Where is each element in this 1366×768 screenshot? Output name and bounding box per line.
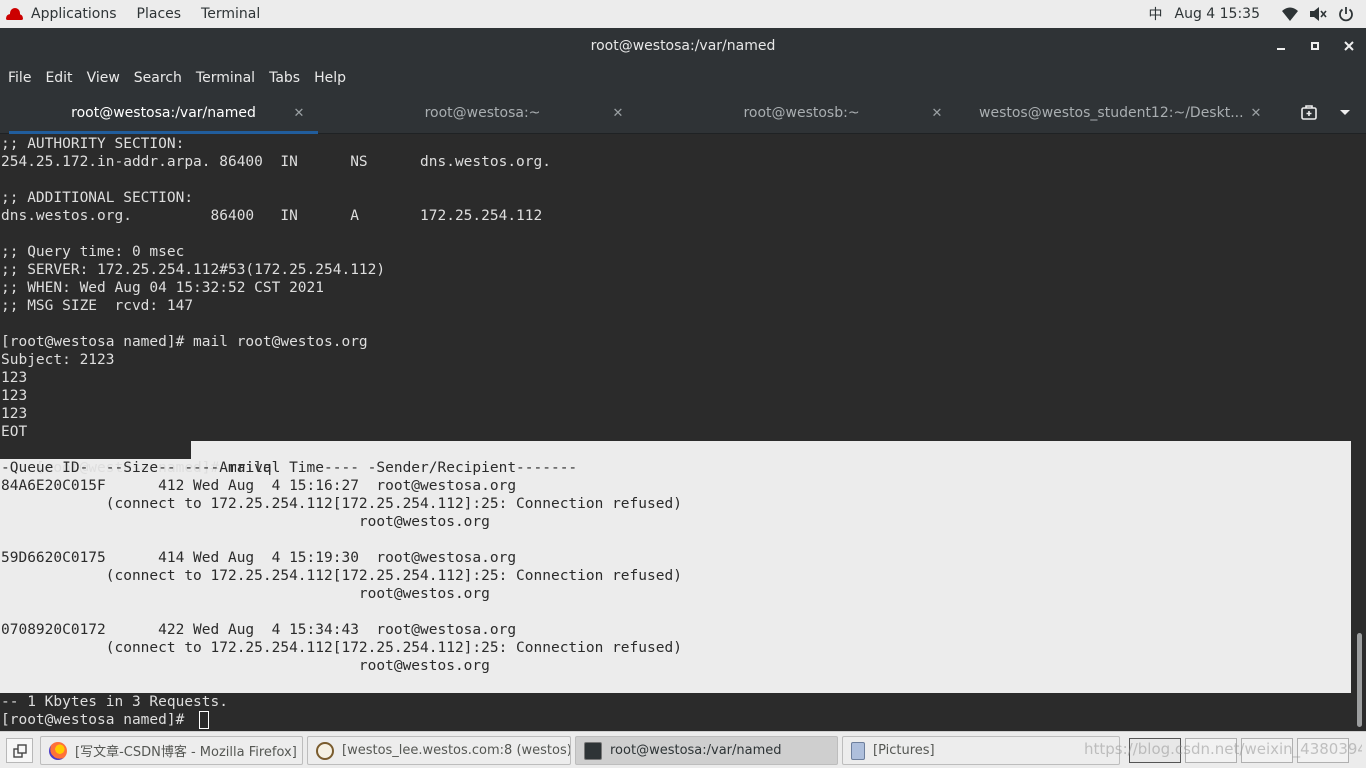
tab-label: root@westosb:~ [743, 105, 860, 121]
tab-label: root@westosa:/var/named [71, 105, 256, 121]
tab-close-icon[interactable]: ✕ [1248, 105, 1264, 121]
terminal-line: (connect to 172.25.254.112[172.25.254.11… [1, 568, 682, 584]
terminal-line: ;; MSG SIZE rcvd: 147 [1, 298, 194, 314]
active-tab-indicator [9, 131, 318, 134]
terminal-line: -Queue ID- --Size-- ----Arrival Time----… [1, 460, 578, 476]
task-file-manager[interactable]: [Pictures] [842, 736, 1120, 765]
terminal-line: dns.westos.org. 86400 IN A 172.25.254.11… [1, 208, 543, 224]
window-title: root@westosa:/var/named [590, 38, 776, 54]
terminal-line: ;; Query time: 0 msec [1, 244, 185, 260]
tab-close-icon[interactable]: ✕ [610, 105, 626, 121]
applications-label: Applications [31, 6, 117, 22]
csdn-watermark: https://blog.csdn.net/weixin_43803940 [1084, 740, 1362, 758]
task-label: root@westosa:/var/named [610, 743, 782, 758]
terminal-output[interactable]: ;; AUTHORITY SECTION: 254.25.172.in-addr… [0, 135, 1352, 731]
terminal-line: 0708920C0172 422 Wed Aug 4 15:34:43 root… [1, 622, 517, 638]
terminal-line: root@westos.org [1, 658, 490, 674]
menu-help[interactable]: Help [307, 64, 353, 92]
menu-terminal[interactable]: Terminal [189, 64, 262, 92]
show-desktop-icon [12, 743, 27, 758]
tab-root-westosa-var-named[interactable]: root@westosa:/var/named [9, 92, 318, 134]
task-label: [Pictures] [873, 743, 935, 758]
tab-close-icon[interactable]: ✕ [291, 105, 307, 121]
vnc-viewer-icon [316, 741, 334, 760]
terminal-line: [root@westosa named]# mail root@westos.o… [1, 334, 368, 350]
menu-tabs[interactable]: Tabs [262, 64, 307, 92]
task-firefox[interactable]: [写文章-CSDN博客 - Mozilla Firefox] [40, 736, 303, 765]
terminal-line: EOT [1, 424, 28, 440]
window-titlebar[interactable]: root@westosa:/var/named [0, 28, 1366, 64]
terminal-line-mailq-command: [root@westosa named]# mailq [1, 441, 272, 476]
task-vnc-viewer[interactable]: [westos_lee.westos.com:8 (westos)... [307, 736, 571, 765]
task-label: [写文章-CSDN博客 - Mozilla Firefox] [75, 745, 297, 760]
panel-clock[interactable]: Aug 4 15:35 [1175, 6, 1261, 22]
terminal-line: ;; SERVER: 172.25.254.112#53(172.25.254.… [1, 262, 386, 278]
tab-root-westosb-home[interactable]: root@westosb:~ [647, 92, 956, 134]
terminal-line: (connect to 172.25.254.112[172.25.254.11… [1, 496, 682, 512]
tab-bar: root@westosa:/var/named ✕ root@westosa:~… [0, 92, 1366, 134]
tabs-dropdown-button[interactable] [1330, 98, 1360, 128]
terminal-line: Subject: 2123 [1, 352, 115, 368]
show-desktop-button[interactable] [6, 738, 33, 763]
redhat-logo-icon [6, 8, 23, 20]
menu-edit[interactable]: Edit [38, 64, 79, 92]
terminal-line: 123 [1, 406, 28, 422]
chevron-down-icon [1340, 110, 1350, 115]
top-panel: Applications Places Terminal 中 Aug 4 15:… [0, 0, 1366, 28]
menubar: File Edit View Search Terminal Tabs Help [0, 64, 1366, 92]
maximize-button[interactable] [1298, 28, 1332, 64]
menu-search[interactable]: Search [127, 64, 189, 92]
terminal-line: 84A6E20C015F 412 Wed Aug 4 15:16:27 root… [1, 478, 517, 494]
tab-westos-student12-desktop[interactable]: westos@westos_student12:~/Deskt... [966, 92, 1248, 134]
window-list-taskbar: [写文章-CSDN博客 - Mozilla Firefox] [westos_l… [0, 731, 1366, 768]
terminal-cursor [199, 711, 209, 729]
terminal-line: root@westos.org [1, 514, 490, 530]
terminal-icon [584, 741, 602, 760]
terminal-line: ;; AUTHORITY SECTION: [1, 136, 185, 152]
power-icon[interactable] [1337, 5, 1355, 23]
menu-file[interactable]: File [1, 64, 38, 92]
terminal-line: ;; WHEN: Wed Aug 04 15:32:52 CST 2021 [1, 280, 325, 296]
terminal-line: 123 [1, 388, 28, 404]
tab-root-westosa-home[interactable]: root@westosa:~ [328, 92, 637, 134]
places-menu[interactable]: Places [127, 0, 192, 28]
panel-status-area: 中 Aug 4 15:35 [1143, 0, 1361, 28]
terminal-line: 254.25.172.in-addr.arpa. 86400 IN NS dns… [1, 154, 551, 170]
terminal-line: 123 [1, 370, 28, 386]
terminal-scrollbar[interactable] [1352, 135, 1366, 731]
terminal-app-menu[interactable]: Terminal [191, 0, 270, 28]
tab-label: westos@westos_student12:~/Deskt... [979, 105, 1244, 121]
terminal-line: (connect to 172.25.254.112[172.25.254.11… [1, 640, 682, 656]
firefox-icon [49, 741, 67, 760]
wifi-icon[interactable] [1281, 5, 1299, 23]
new-tab-icon [1301, 105, 1317, 120]
new-tab-button[interactable] [1294, 98, 1324, 128]
task-terminal[interactable]: root@westosa:/var/named [575, 736, 838, 765]
input-method-indicator[interactable]: 中 [1149, 4, 1163, 24]
terminal-prompt-line: [root@westosa named]# [1, 712, 194, 728]
applications-menu[interactable]: Applications [0, 0, 127, 28]
file-manager-icon [851, 741, 865, 760]
menu-view[interactable]: View [80, 64, 127, 92]
terminal-line: 59D6620C0175 414 Wed Aug 4 15:19:30 root… [1, 550, 517, 566]
close-window-button[interactable] [1332, 28, 1366, 64]
scrollbar-thumb[interactable] [1357, 633, 1362, 727]
volume-muted-icon[interactable] [1309, 5, 1327, 23]
terminal-line: ;; ADDITIONAL SECTION: [1, 190, 194, 206]
minimize-button[interactable] [1264, 28, 1298, 64]
terminal-line: root@westos.org [1, 586, 490, 602]
terminal-line: -- 1 Kbytes in 3 Requests. [1, 694, 228, 710]
task-label: [westos_lee.westos.com:8 (westos)... [342, 743, 570, 758]
tab-close-icon[interactable]: ✕ [929, 105, 945, 121]
tab-label: root@westosa:~ [424, 105, 541, 121]
